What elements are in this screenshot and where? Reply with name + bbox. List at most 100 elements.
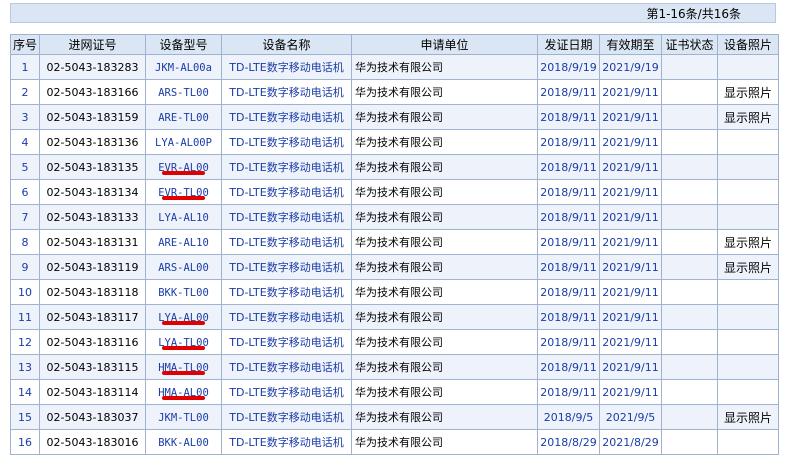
row-number-cell: 15 (10, 404, 40, 430)
expire-date[interactable]: 2021/9/11 (602, 336, 658, 349)
expire-date[interactable]: 2021/9/11 (602, 86, 658, 99)
row-number[interactable]: 5 (22, 161, 29, 174)
row-number[interactable]: 2 (22, 86, 29, 99)
issue-date[interactable]: 2018/9/11 (540, 211, 596, 224)
row-number[interactable]: 9 (22, 261, 29, 274)
row-number[interactable]: 7 (22, 211, 29, 224)
device-model-cell: JKM-AL00a (145, 54, 222, 80)
device-name[interactable]: TD-LTE数字移动电话机 (229, 361, 343, 374)
device-model[interactable]: LYA-AL00P (155, 137, 212, 149)
device-model-cell: ARS-TL00 (145, 79, 222, 105)
show-photo-link[interactable]: 显示照片 (724, 261, 772, 275)
issue-date[interactable]: 2018/8/29 (540, 436, 596, 449)
device-name[interactable]: TD-LTE数字移动电话机 (229, 236, 343, 249)
device-name[interactable]: TD-LTE数字移动电话机 (229, 336, 343, 349)
row-number[interactable]: 1 (22, 61, 29, 74)
device-model[interactable]: JKM-AL00a (155, 62, 212, 74)
row-number[interactable]: 8 (22, 236, 29, 249)
issue-date[interactable]: 2018/9/11 (540, 361, 596, 374)
applicant-org: 华为技术有限公司 (355, 136, 443, 149)
row-number[interactable]: 16 (18, 436, 32, 449)
row-number[interactable]: 11 (18, 311, 32, 324)
expire-date[interactable]: 2021/9/11 (602, 111, 658, 124)
expire-date[interactable]: 2021/9/11 (602, 136, 658, 149)
show-photo-link[interactable]: 显示照片 (724, 236, 772, 250)
issue-date[interactable]: 2018/9/19 (540, 61, 596, 74)
show-photo-link[interactable]: 显示照片 (724, 86, 772, 100)
device-name[interactable]: TD-LTE数字移动电话机 (229, 436, 343, 449)
device-model[interactable]: LYA-AL10 (158, 212, 209, 224)
applicant-org: 华为技术有限公司 (355, 261, 443, 274)
device-model[interactable]: JKM-TL00 (158, 412, 209, 424)
issue-date[interactable]: 2018/9/11 (540, 136, 596, 149)
device-name[interactable]: TD-LTE数字移动电话机 (229, 161, 343, 174)
device-model[interactable]: ARE-TL00 (158, 112, 209, 124)
row-number[interactable]: 4 (22, 136, 29, 149)
device-name[interactable]: TD-LTE数字移动电话机 (229, 186, 343, 199)
device-model[interactable]: BKK-AL00 (158, 437, 209, 449)
row-number[interactable]: 6 (22, 186, 29, 199)
device-name-cell: TD-LTE数字移动电话机 (221, 279, 352, 305)
issue-date[interactable]: 2018/9/11 (540, 261, 596, 274)
expire-date[interactable]: 2021/8/29 (602, 436, 658, 449)
device-name[interactable]: TD-LTE数字移动电话机 (229, 411, 343, 424)
device-model[interactable]: ARS-TL00 (158, 87, 209, 99)
cert-number: 02-5043-183037 (46, 410, 139, 424)
issue-date[interactable]: 2018/9/11 (540, 161, 596, 174)
expire-date[interactable]: 2021/9/5 (606, 411, 655, 424)
expire-date[interactable]: 2021/9/19 (602, 61, 658, 74)
issue-date[interactable]: 2018/9/11 (540, 86, 596, 99)
expire-date[interactable]: 2021/9/11 (602, 161, 658, 174)
device-name[interactable]: TD-LTE数字移动电话机 (229, 386, 343, 399)
expire-date[interactable]: 2021/9/11 (602, 311, 658, 324)
device-model[interactable]: EVR-AL00 (158, 162, 209, 174)
device-name[interactable]: TD-LTE数字移动电话机 (229, 311, 343, 324)
issue-date[interactable]: 2018/9/11 (540, 111, 596, 124)
issue-date[interactable]: 2018/9/11 (540, 336, 596, 349)
show-photo-link[interactable]: 显示照片 (724, 411, 772, 425)
expire-date[interactable]: 2021/9/11 (602, 261, 658, 274)
device-model-cell: ARE-TL00 (145, 104, 222, 130)
device-name[interactable]: TD-LTE数字移动电话机 (229, 136, 343, 149)
device-model[interactable]: HMA-TL00 (158, 362, 209, 374)
row-number[interactable]: 15 (18, 411, 32, 424)
issue-date[interactable]: 2018/9/5 (544, 411, 593, 424)
row-number[interactable]: 14 (18, 386, 32, 399)
device-model[interactable]: HMA-AL00 (158, 387, 209, 399)
device-name[interactable]: TD-LTE数字移动电话机 (229, 111, 343, 124)
device-model[interactable]: LYA-TL00 (158, 337, 209, 349)
applicant-org: 华为技术有限公司 (355, 61, 443, 74)
row-number[interactable]: 12 (18, 336, 32, 349)
issue-date[interactable]: 2018/9/11 (540, 311, 596, 324)
issue-date[interactable]: 2018/9/11 (540, 186, 596, 199)
expire-date[interactable]: 2021/9/11 (602, 236, 658, 249)
device-model[interactable]: ARE-AL10 (158, 237, 209, 249)
issue-date-cell: 2018/9/11 (537, 304, 600, 330)
expire-date[interactable]: 2021/9/11 (602, 211, 658, 224)
device-name[interactable]: TD-LTE数字移动电话机 (229, 261, 343, 274)
applicant-org: 华为技术有限公司 (355, 286, 443, 299)
applicant-org-cell: 华为技术有限公司 (351, 79, 538, 105)
issue-date[interactable]: 2018/9/11 (540, 386, 596, 399)
row-number[interactable]: 3 (22, 111, 29, 124)
device-model[interactable]: BKK-TL00 (158, 287, 209, 299)
cert-number-cell: 02-5043-183133 (39, 204, 146, 230)
device-name[interactable]: TD-LTE数字移动电话机 (229, 286, 343, 299)
device-model[interactable]: LYA-AL00 (158, 312, 209, 324)
show-photo-link[interactable]: 显示照片 (724, 111, 772, 125)
issue-date[interactable]: 2018/9/11 (540, 286, 596, 299)
row-number[interactable]: 13 (18, 361, 32, 374)
device-name[interactable]: TD-LTE数字移动电话机 (229, 61, 343, 74)
cert-status-cell (661, 404, 718, 430)
table-row: 4 02-5043-183136 LYA-AL00P TD-LTE数字移动电话机 华为技… (10, 129, 779, 155)
device-model[interactable]: ARS-AL00 (158, 262, 209, 274)
expire-date[interactable]: 2021/9/11 (602, 361, 658, 374)
expire-date[interactable]: 2021/9/11 (602, 386, 658, 399)
expire-date[interactable]: 2021/9/11 (602, 186, 658, 199)
device-model[interactable]: EVR-TL00 (158, 187, 209, 199)
device-name[interactable]: TD-LTE数字移动电话机 (229, 86, 343, 99)
row-number[interactable]: 10 (18, 286, 32, 299)
device-name[interactable]: TD-LTE数字移动电话机 (229, 211, 343, 224)
expire-date[interactable]: 2021/9/11 (602, 286, 658, 299)
issue-date[interactable]: 2018/9/11 (540, 236, 596, 249)
